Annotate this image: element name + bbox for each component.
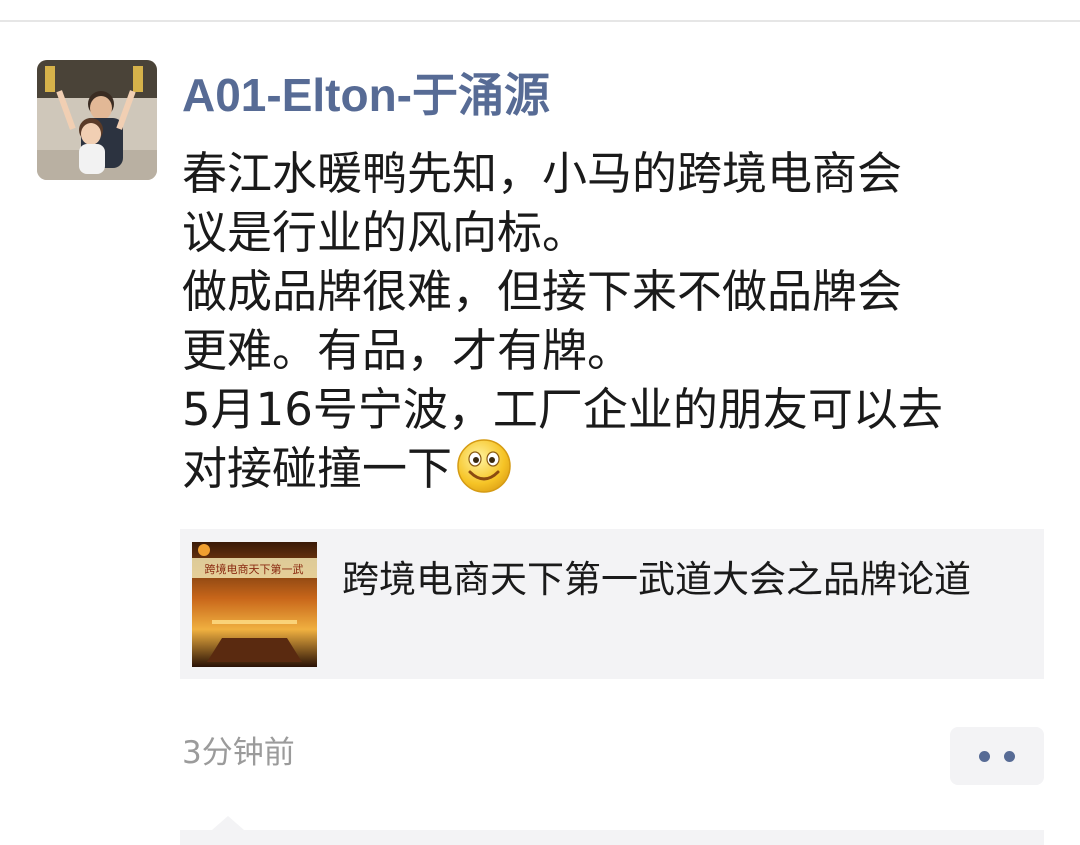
avatar[interactable] [37, 60, 157, 180]
post-text-line: 5月16号宁波，工厂企业的朋友可以去 [182, 383, 943, 436]
smile-emoji-icon [456, 438, 512, 494]
thumbnail-image: 跨境电商天下第一武 [192, 542, 317, 667]
post-content: 春江水暖鸭先知，小马的跨境电商会 议是行业的风向标。 做成品牌很难，但接下来不做… [182, 144, 1047, 498]
more-dots-icon[interactable] [950, 727, 1044, 785]
author-name[interactable]: A01-Elton-于涌源 [182, 68, 550, 122]
post-text-line: 春江水暖鸭先知，小马的跨境电商会 [182, 147, 903, 200]
post-text-line: 做成品牌很难，但接下来不做品牌会 [182, 265, 903, 318]
link-thumbnail: 跨境电商天下第一武 [192, 542, 317, 667]
post-text-line: 议是行业的风向标。 [182, 206, 588, 259]
post-text-last-line: 对接碰撞一下 [182, 439, 1047, 498]
moments-feed: A01-Elton-于涌源 春江水暖鸭先知，小马的跨境电商会 议是行业的风向标。… [0, 0, 1080, 845]
divider [0, 20, 1080, 22]
link-card[interactable]: 跨境电商天下第一武 跨境电商天下第一武道大会之品牌论道 [180, 529, 1044, 679]
post-text-line: 对接碰撞一下 [182, 442, 453, 495]
avatar-photo [37, 60, 157, 180]
dot [1004, 751, 1015, 762]
comment-area [180, 830, 1044, 845]
dot [979, 751, 990, 762]
post-text-line: 更难。有品，才有牌。 [182, 324, 633, 377]
link-title: 跨境电商天下第一武道大会之品牌论道 [342, 558, 971, 601]
thumbnail-title-text: 跨境电商天下第一武 [205, 562, 304, 576]
comment-caret [212, 816, 244, 830]
post-timestamp: 3分钟前 [182, 735, 295, 771]
